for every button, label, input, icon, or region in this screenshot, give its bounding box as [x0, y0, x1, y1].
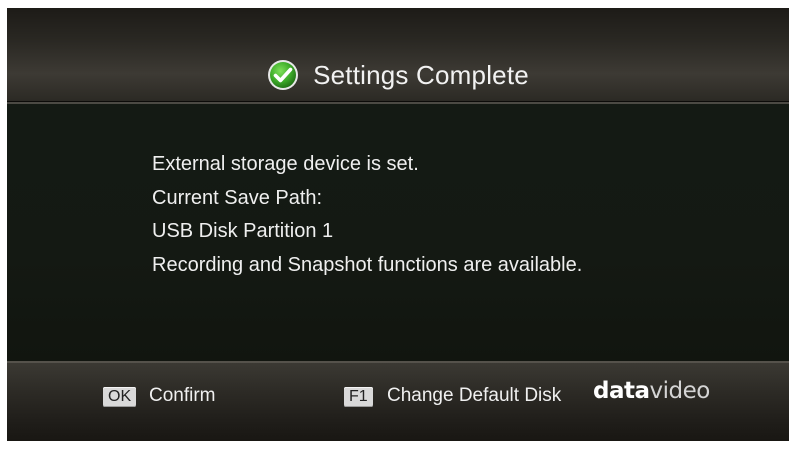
title-row: Settings Complete — [7, 58, 789, 92]
f1-key-badge[interactable]: F1 — [344, 387, 373, 407]
message-area: External storage device is set. Current … — [7, 104, 789, 361]
dialog-footer: OK Confirm F1 Change Default Disk data vi… — [7, 361, 789, 441]
change-default-disk-label[interactable]: Change Default Disk — [387, 385, 561, 407]
message-line-storage-set: External storage device is set. — [152, 153, 419, 175]
message-line-save-path-value: USB Disk Partition 1 — [152, 220, 334, 242]
dialog-title: Settings Complete — [313, 59, 529, 90]
logo-text-light: video — [649, 378, 711, 404]
message-line-save-path-label: Current Save Path: — [152, 187, 323, 209]
message-line-functions-available: Recording and Snapshot functions are ava… — [152, 254, 583, 276]
datavideo-logo: data video — [593, 378, 710, 412]
dialog-header: Settings Complete — [7, 8, 789, 104]
logo-text-bold: data — [593, 378, 650, 404]
check-circle-icon — [267, 59, 299, 91]
ok-key-badge[interactable]: OK — [103, 387, 137, 407]
settings-complete-screen: Settings Complete External storage devic… — [7, 8, 789, 441]
confirm-label[interactable]: Confirm — [149, 385, 216, 407]
